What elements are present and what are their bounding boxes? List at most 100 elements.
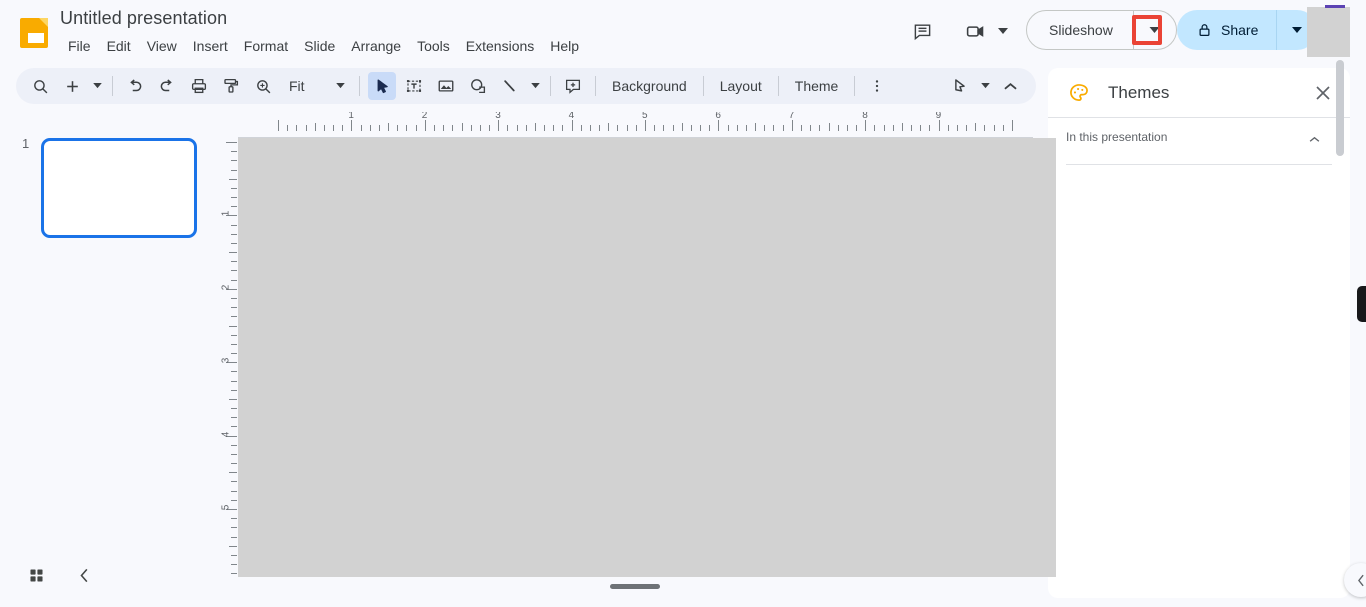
ruler-tick: [333, 125, 335, 131]
ruler-tick: [645, 120, 646, 131]
ruler-tick: [984, 125, 986, 131]
zoom-chevron-down-icon[interactable]: [331, 72, 349, 100]
ruler-tick: [727, 125, 729, 131]
new-slide-chevron-down-icon[interactable]: [88, 72, 106, 100]
shape-icon[interactable]: [464, 72, 492, 100]
background-button[interactable]: Background: [602, 72, 697, 100]
ruler-tick: [764, 125, 766, 131]
ruler-tick: [229, 252, 237, 254]
panel-resize-handle[interactable]: [1357, 286, 1366, 322]
more-vertical-icon[interactable]: [863, 72, 891, 100]
ruler-tick: [231, 481, 237, 483]
filmstrip-collapse-chevron-left-icon[interactable]: [68, 559, 100, 591]
laser-pointer-icon[interactable]: [946, 72, 974, 100]
ruler-tick: [1002, 125, 1004, 131]
themes-panel-scrollbar[interactable]: [1336, 60, 1344, 156]
ruler-tick: [287, 125, 289, 131]
themes-section-chevron-up-icon[interactable]: [1309, 130, 1320, 148]
filmstrip-controls: [0, 555, 218, 595]
menu-extensions[interactable]: Extensions: [458, 36, 542, 56]
toolbar-divider-7: [854, 76, 856, 96]
ruler-tick: [229, 472, 237, 474]
ruler-tick: [791, 120, 793, 131]
laser-chevron-down-icon[interactable]: [976, 72, 994, 100]
document-title[interactable]: Untitled presentation: [60, 8, 227, 29]
ruler-tick: [654, 125, 656, 131]
menu-arrange[interactable]: Arrange: [343, 36, 409, 56]
line-icon[interactable]: [496, 72, 524, 100]
ruler-tick: [589, 125, 591, 131]
undo-icon[interactable]: [121, 72, 149, 100]
horizontal-scrollbar[interactable]: [610, 584, 660, 589]
slide-thumbnail-1[interactable]: [41, 138, 197, 238]
menu-help[interactable]: Help: [542, 36, 587, 56]
zoom-level-value[interactable]: Fit: [279, 72, 331, 100]
ruler-tick: [911, 125, 913, 131]
menu-edit[interactable]: Edit: [99, 36, 139, 56]
ruler-label: 6: [715, 112, 721, 121]
ruler-tick: [229, 178, 237, 180]
share-button[interactable]: Share: [1177, 10, 1276, 50]
ruler-tick: [452, 125, 454, 131]
ruler-label: 4: [568, 112, 575, 121]
ruler-tick: [278, 120, 279, 131]
themes-section-divider: [1066, 164, 1332, 165]
select-tool-cursor-arrow-icon[interactable]: [368, 72, 396, 100]
themes-section-label: In this presentation: [1066, 130, 1168, 144]
ruler-tick: [846, 125, 848, 131]
comment-icon[interactable]: [905, 14, 939, 48]
menu-view[interactable]: View: [139, 36, 185, 56]
ruler-tick: [388, 123, 390, 131]
palette-icon: [1068, 82, 1090, 104]
image-icon[interactable]: [432, 72, 460, 100]
ruler-tick: [231, 554, 237, 556]
ruler-tick: [525, 125, 527, 131]
ruler-tick: [993, 125, 995, 131]
ruler-tick: [231, 499, 237, 501]
menu-bar: File Edit View Insert Format Slide Arran…: [60, 36, 587, 56]
zoom-icon[interactable]: [249, 72, 277, 100]
slideshow-dropdown-arrow[interactable]: [1134, 11, 1176, 49]
ruler-tick: [397, 125, 399, 131]
toolbar-collapse-chevron-up-icon[interactable]: [996, 72, 1024, 100]
horizontal-ruler[interactable]: 1 2 3 4 5 6 7 8 9: [238, 112, 1036, 132]
menu-slide[interactable]: Slide: [296, 36, 343, 56]
ruler-tick: [314, 123, 316, 131]
search-icon[interactable]: [26, 72, 54, 100]
theme-button[interactable]: Theme: [785, 72, 849, 100]
close-icon[interactable]: [1310, 80, 1336, 106]
line-chevron-down-icon[interactable]: [526, 72, 544, 100]
print-icon[interactable]: [185, 72, 213, 100]
ruler-tick: [231, 444, 237, 446]
ruler-tick: [700, 125, 702, 131]
vertical-ruler[interactable]: 1 2 3 4 5: [218, 132, 238, 577]
ruler-tick: [231, 389, 237, 391]
menu-insert[interactable]: Insert: [185, 36, 236, 56]
ruler-tick: [231, 242, 237, 244]
new-slide-plus-icon[interactable]: [58, 72, 86, 100]
ruler-tick: [534, 123, 536, 131]
grid-view-icon[interactable]: [20, 559, 52, 591]
lock-icon: [1197, 22, 1212, 38]
ruler-tick: [718, 120, 720, 131]
ruler-tick: [231, 197, 237, 199]
ruler-tick: [231, 343, 237, 345]
ruler-tick: [865, 120, 867, 131]
ruler-label: 3: [495, 112, 501, 121]
menu-format[interactable]: Format: [236, 36, 296, 56]
add-comment-icon[interactable]: [559, 72, 587, 100]
ruler-tick: [231, 426, 237, 428]
slideshow-button[interactable]: Slideshow: [1027, 11, 1133, 49]
video-camera-icon[interactable]: [958, 14, 992, 48]
menu-tools[interactable]: Tools: [409, 36, 458, 56]
meet-chevron-down-icon[interactable]: [992, 18, 1014, 44]
layout-button[interactable]: Layout: [710, 72, 772, 100]
redo-icon[interactable]: [153, 72, 181, 100]
text-box-icon[interactable]: [400, 72, 428, 100]
ruler-tick: [351, 120, 353, 131]
paint-format-icon[interactable]: [217, 72, 245, 100]
menu-file[interactable]: File: [60, 36, 99, 56]
main-toolbar: Fit Background Layout Theme: [16, 68, 1036, 104]
ruler-tick: [562, 125, 564, 131]
ruler-tick: [305, 125, 307, 131]
